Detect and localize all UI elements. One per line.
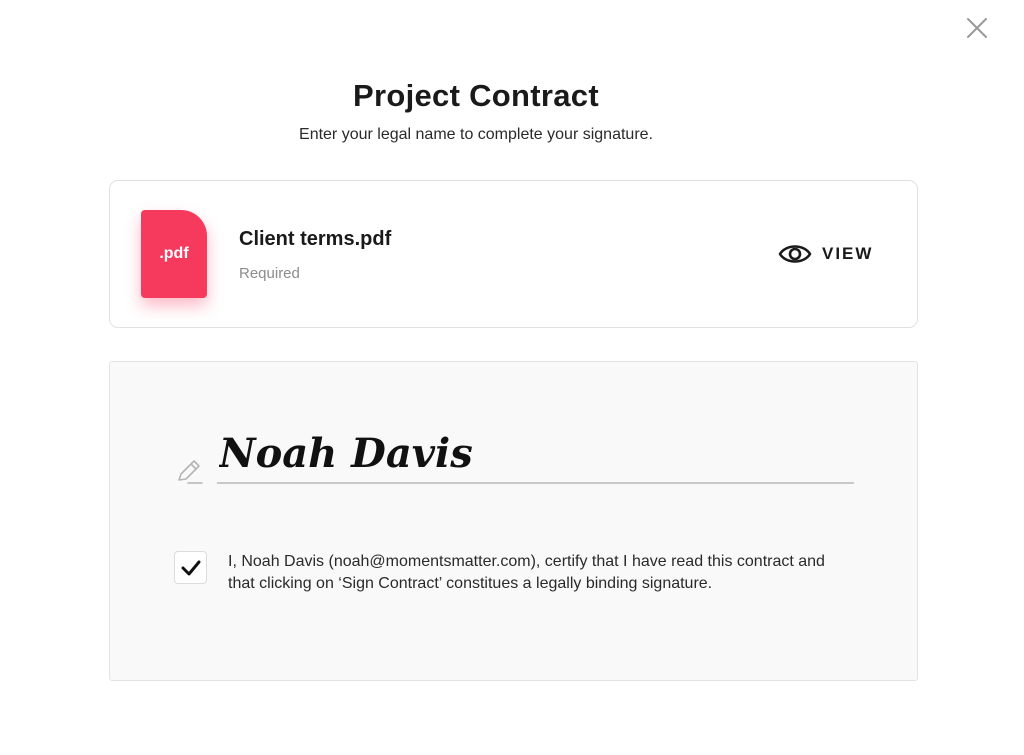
close-icon xyxy=(967,18,987,38)
signature-panel: I, Noah Davis (noah@momentsmatter.com), … xyxy=(109,361,918,681)
pdf-file-icon: .pdf xyxy=(141,210,207,298)
page-subtitle: Enter your legal name to complete your s… xyxy=(299,126,653,143)
checkmark-icon xyxy=(181,560,200,575)
page-title: Project Contract xyxy=(353,78,599,113)
document-name: Client terms.pdf xyxy=(239,228,392,250)
close-button[interactable] xyxy=(964,15,990,41)
eye-icon xyxy=(778,245,812,263)
document-card: .pdf Client terms.pdf Required VIEW xyxy=(109,180,918,328)
view-document-button[interactable]: VIEW xyxy=(778,239,873,269)
view-label: VIEW xyxy=(822,244,874,263)
signature-input[interactable] xyxy=(217,424,854,484)
consent-checkbox[interactable] xyxy=(174,551,207,584)
consent-text: I, Noah Davis (noah@momentsmatter.com), … xyxy=(228,553,825,592)
document-status: Required xyxy=(239,265,300,282)
pdf-badge-label: .pdf xyxy=(159,245,189,262)
pen-icon xyxy=(174,456,204,486)
